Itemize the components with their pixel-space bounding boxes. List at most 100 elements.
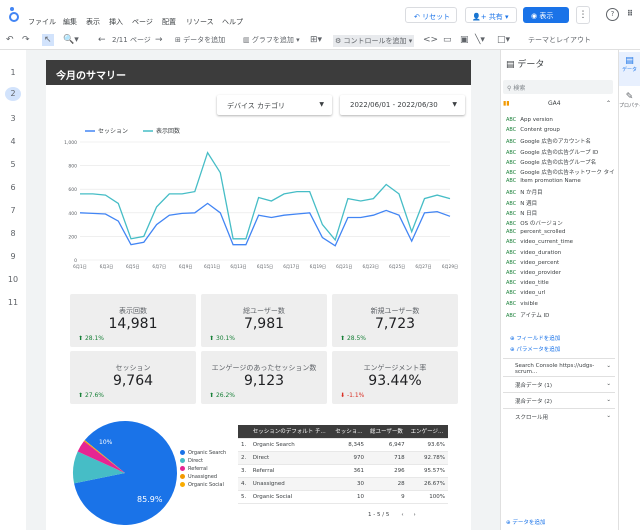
community-viz-icon[interactable]: ⊞▾ xyxy=(310,34,322,46)
field-item[interactable]: ABC video_title xyxy=(506,280,614,286)
page-number-7[interactable]: 7 xyxy=(0,206,26,215)
line-icon[interactable]: ╲▾ xyxy=(475,34,485,46)
table-row[interactable]: 4. Unassigned 30 28 26.67% xyxy=(238,477,448,491)
pie-chart[interactable]: 85.9% 10% xyxy=(72,420,178,526)
page-number-5[interactable]: 5 xyxy=(0,160,26,169)
field-item[interactable]: ABC Google 広告のアカウント名 xyxy=(506,137,614,145)
rail-tab-properties[interactable]: ✎プロパティ xyxy=(619,88,640,122)
table-row[interactable]: 3. Referral 361 296 95.57% xyxy=(238,464,448,478)
data-source-search-console[interactable]: Search Console https://udgs-scrum... ⌄ xyxy=(503,358,615,375)
rail-tab-data[interactable]: ▤ データ xyxy=(619,52,640,86)
menu-edit[interactable]: 編集 xyxy=(63,17,77,27)
page-number-6[interactable]: 6 xyxy=(0,183,26,192)
apps-icon[interactable]: ⠿ xyxy=(627,9,633,18)
field-item[interactable]: ABC Item promotion Name xyxy=(506,178,614,184)
undo-icon[interactable]: ↶ xyxy=(6,34,14,46)
page-number-8[interactable]: 8 xyxy=(0,229,26,238)
menu-help[interactable]: ヘルプ xyxy=(222,17,243,27)
chevron-right-icon[interactable]: › xyxy=(414,512,416,518)
share-button[interactable]: 👤+ 共有 ▾ xyxy=(465,7,517,23)
kpi-card-new-users[interactable]: 新規ユーザー数 7,723 ⬆ 28.5% xyxy=(332,294,458,347)
add-field-link[interactable]: ⊕ フィールドを追加 xyxy=(510,334,560,342)
field-item[interactable]: ABC video_percent xyxy=(506,260,614,266)
blended-data-1[interactable]: 混合データ (1) ⌄ xyxy=(503,376,615,390)
control-icon: ⚙ xyxy=(335,37,344,45)
next-page-icon[interactable]: → xyxy=(155,34,163,46)
menu-resource[interactable]: リソース xyxy=(186,17,214,27)
field-item[interactable]: ABC video_provider xyxy=(506,270,614,276)
zoom-icon[interactable]: 🔍▾ xyxy=(63,34,79,46)
field-item[interactable]: ABC Google 広告の広告ネットワーク タイ... xyxy=(506,168,614,176)
table-header[interactable] xyxy=(238,425,250,439)
field-item[interactable]: ABC visible xyxy=(506,301,614,307)
reset-button[interactable]: ↶ リセット xyxy=(405,7,457,23)
help-icon[interactable]: ? xyxy=(606,8,619,21)
series-line-1[interactable] xyxy=(79,202,451,247)
device-category-dropdown[interactable]: デバイス カテゴリ ▼ xyxy=(217,95,332,115)
kpi-card-total-users[interactable]: 総ユーザー数 7,981 ⬆ 30.1% xyxy=(201,294,327,347)
menu-page[interactable]: ページ xyxy=(132,17,153,27)
field-item[interactable]: ABC percent_scrolled xyxy=(506,229,614,235)
table-row[interactable]: 1. Organic Search 8,345 6,947 93.6% xyxy=(238,438,448,452)
redo-icon[interactable]: ↷ xyxy=(22,34,30,46)
table-row[interactable]: 2. Direct 970 718 92.78% xyxy=(238,451,448,465)
table-header[interactable]: エンゲージ... xyxy=(407,425,448,439)
field-item[interactable]: ABC App version xyxy=(506,117,614,123)
scroll-data-source[interactable]: スクロール用 ⌄ xyxy=(503,408,615,422)
page-number-4[interactable]: 4 xyxy=(0,137,26,146)
field-item[interactable]: ABC N 日目 xyxy=(506,209,614,217)
field-item[interactable]: ABC video_duration xyxy=(506,250,614,256)
page-number-10[interactable]: 10 xyxy=(0,275,26,284)
menu-insert[interactable]: 挿入 xyxy=(109,17,123,27)
add-control-button[interactable]: ⚙ コントロールを追加 ▾ xyxy=(333,35,415,47)
field-item[interactable]: ABC N 週目 xyxy=(506,199,614,207)
code-icon[interactable]: <> xyxy=(423,34,438,46)
menu-arrange[interactable]: 配置 xyxy=(162,17,176,27)
field-name: Google 広告のアカウント名 xyxy=(520,139,591,146)
field-item[interactable]: ABC video_url xyxy=(506,290,614,296)
field-item[interactable]: ABC Google 広告の広告グループ ID xyxy=(506,148,614,156)
add-data-link[interactable]: ⊕ データを追加 xyxy=(506,518,545,526)
table-header[interactable]: 総ユーザー数 xyxy=(366,425,408,439)
text-field-icon: ABC xyxy=(506,221,517,227)
add-parameter-link[interactable]: ⊕ パラメータを追加 xyxy=(510,345,560,353)
date-range-picker[interactable]: 2022/06/01 - 2022/06/30 ▼ xyxy=(340,95,465,115)
menu-view[interactable]: 表示 xyxy=(86,17,100,27)
menu-file[interactable]: ファイル xyxy=(28,17,56,27)
page-number-2[interactable]: 2 xyxy=(5,87,21,101)
more-options-icon[interactable]: ⋮ xyxy=(576,6,590,24)
field-item[interactable]: ABC アイテム ID xyxy=(506,311,614,319)
table-row[interactable]: 5. Organic Social 10 9 100% xyxy=(238,490,448,504)
view-button[interactable]: ◉ 表示 xyxy=(523,7,569,23)
page-number-11[interactable]: 11 xyxy=(0,298,26,307)
table-header[interactable]: セッショ... xyxy=(332,425,367,439)
add-chart-button[interactable]: ▥ グラフを追加 ▾ xyxy=(243,35,300,45)
field-item[interactable]: ABC N か月目 xyxy=(506,188,614,196)
field-item[interactable]: ABC OS のバージョン xyxy=(506,219,614,227)
shape-icon[interactable]: □▾ xyxy=(497,34,510,46)
kpi-card-engaged-sessions[interactable]: エンゲージのあったセッション数 9,123 ⬆ 26.2% xyxy=(201,351,327,404)
blended-data-2[interactable]: 混合データ (2) ⌄ xyxy=(503,392,615,406)
kpi-card-sessions[interactable]: セッション 9,764 ⬆ 27.6% xyxy=(70,351,196,404)
kpi-card-views[interactable]: 表示回数 14,981 ⬆ 28.1% xyxy=(70,294,196,347)
chevron-left-icon[interactable]: ‹ xyxy=(401,512,403,518)
theme-layout-button[interactable]: テーマとレイアウト xyxy=(528,35,591,45)
table-header[interactable]: セッションのデフォルト チ... xyxy=(249,425,333,439)
select-cursor-icon[interactable]: ↖ xyxy=(42,34,54,46)
page-number-1[interactable]: 1 xyxy=(0,68,26,77)
looker-studio-logo-icon[interactable] xyxy=(8,6,20,22)
x-tick-label: 6月11日 xyxy=(204,264,220,270)
url-embed-icon[interactable]: ▭ xyxy=(443,34,452,46)
add-data-button[interactable]: ⊞ データを追加 xyxy=(175,35,225,45)
field-item[interactable]: ABC Google 広告の広告グループ名 xyxy=(506,158,614,166)
image-icon[interactable]: ▣ xyxy=(460,34,469,46)
field-search-input[interactable]: ⚲ 検索 xyxy=(503,80,613,94)
field-item[interactable]: ABC video_current_time xyxy=(506,239,614,245)
page-number-9[interactable]: 9 xyxy=(0,252,26,261)
field-item[interactable]: ABC Content group xyxy=(506,127,614,133)
kpi-card-engagement-rate[interactable]: エンゲージメント率 93.44% ⬇ -1.1% xyxy=(332,351,458,404)
page-number-3[interactable]: 3 xyxy=(0,114,26,123)
prev-page-icon[interactable]: ← xyxy=(98,34,106,46)
line-chart[interactable]: セッション 表示回数 02004006008001,000 6月1日 6月3日 6月5… xyxy=(60,125,460,270)
data-source-selector[interactable]: ▮▮ GA4 ⌃ xyxy=(503,100,613,113)
